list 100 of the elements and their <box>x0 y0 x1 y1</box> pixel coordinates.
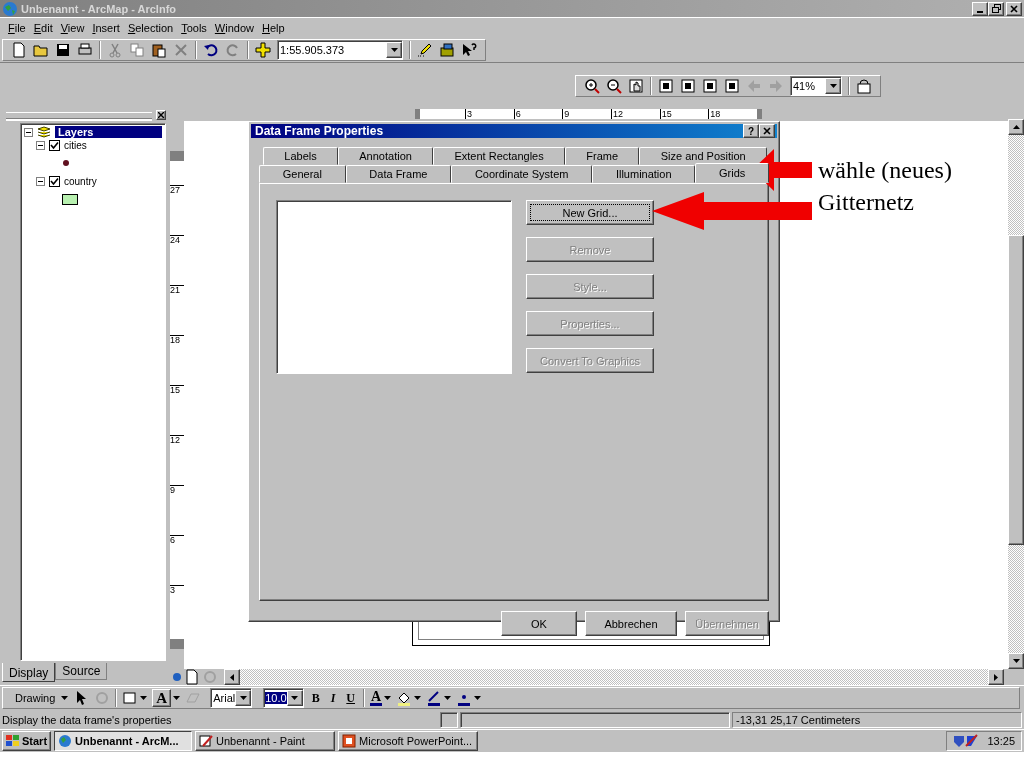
help-button[interactable]: ? <box>743 124 759 138</box>
rectangle-icon[interactable] <box>122 690 139 706</box>
caret-icon[interactable] <box>444 696 452 700</box>
caret-icon[interactable] <box>474 696 482 700</box>
horizontal-scrollbar[interactable] <box>224 669 1004 685</box>
save-icon[interactable] <box>55 42 71 58</box>
drawing-menu-button[interactable]: Drawing <box>11 692 60 704</box>
vertical-scrollbar[interactable] <box>1008 119 1024 669</box>
menu-item[interactable]: Edit <box>33 22 53 34</box>
push-button[interactable]: New Grid... <box>526 200 654 225</box>
caret-icon <box>291 696 299 700</box>
page-icon[interactable] <box>680 78 696 94</box>
collapse-icon[interactable] <box>36 176 45 186</box>
menu-item[interactable]: Tools <box>181 22 207 34</box>
format-button[interactable]: B <box>308 690 323 706</box>
font-size-field[interactable]: 10.0 <box>263 688 304 708</box>
scroll-right-button[interactable] <box>988 669 1004 685</box>
collapse-icon[interactable] <box>36 140 45 150</box>
zoom-in-icon[interactable] <box>584 78 600 94</box>
tray-icons[interactable] <box>953 734 980 748</box>
close-button[interactable] <box>1006 1 1022 16</box>
taskbar-button[interactable]: Unbenannt - ArcM... <box>54 731 193 751</box>
pencil-icon[interactable] <box>417 42 433 58</box>
toolbox-icon[interactable] <box>439 42 455 58</box>
tab[interactable]: Frame <box>565 147 640 165</box>
page-icon[interactable] <box>724 78 740 94</box>
scroll-up-button[interactable] <box>1008 119 1024 135</box>
menu-item[interactable]: Insert <box>92 22 120 34</box>
scroll-down-button[interactable] <box>1008 653 1024 669</box>
printer-icon[interactable] <box>77 42 93 58</box>
tree-item[interactable]: cities <box>64 139 87 151</box>
taskbar-button[interactable]: Microsoft PowerPoint... <box>338 731 479 751</box>
close-button[interactable] <box>759 124 775 138</box>
lock-page-icon[interactable] <box>856 78 872 94</box>
windows-logo-icon <box>6 735 20 747</box>
menu-item[interactable]: Window <box>214 22 254 34</box>
collapse-icon[interactable] <box>24 127 33 137</box>
copy-icon[interactable] <box>129 42 145 58</box>
tab[interactable]: Display <box>2 663 56 682</box>
tree-item[interactable]: Layers <box>55 126 162 138</box>
left-arrow-icon <box>230 673 234 681</box>
scale-field[interactable]: 1:55.905.373 <box>277 40 403 60</box>
fill-color-icon[interactable] <box>396 690 413 706</box>
dropdown-button[interactable] <box>286 690 303 706</box>
font-color-button[interactable]: A <box>370 690 383 706</box>
undo-icon[interactable] <box>203 42 219 58</box>
menu-item[interactable]: View <box>60 22 85 34</box>
dialog-title: Data Frame Properties <box>254 124 385 138</box>
menu-item[interactable]: Help <box>262 22 285 34</box>
zoom-field[interactable]: 41% <box>790 76 842 96</box>
zoom-out-icon[interactable] <box>606 78 622 94</box>
menu-item[interactable]: File <box>8 22 26 34</box>
caret-icon[interactable] <box>173 696 181 700</box>
dropdown-button[interactable] <box>386 42 402 58</box>
taskbar-button[interactable]: Unbenannt - Paint <box>195 731 336 751</box>
new-file-icon[interactable] <box>11 42 27 58</box>
window-title: Unbenannt - ArcMap - ArcInfo <box>21 2 177 15</box>
panel-grip[interactable] <box>6 111 152 119</box>
tab[interactable]: Grids <box>695 163 770 183</box>
push-button[interactable]: OK <box>501 611 577 636</box>
ruler-label: 15 <box>659 109 709 119</box>
caret-icon[interactable] <box>414 696 422 700</box>
format-button[interactable]: U <box>343 690 358 706</box>
caret-icon[interactable] <box>61 696 69 700</box>
scroll-thumb[interactable] <box>1008 235 1024 545</box>
font-field[interactable]: Arial <box>210 688 253 708</box>
tab[interactable]: General <box>259 165 346 183</box>
tab[interactable]: Labels <box>263 147 338 165</box>
annotation-text: Gitternetz <box>818 188 914 216</box>
dropdown-button[interactable] <box>825 78 841 94</box>
tab[interactable]: Source <box>55 663 108 680</box>
pan-icon[interactable] <box>628 78 644 94</box>
start-button[interactable]: Start <box>2 731 52 751</box>
scroll-left-button[interactable] <box>224 669 240 685</box>
add-data-icon[interactable] <box>255 42 271 58</box>
caret-icon[interactable] <box>140 696 148 700</box>
maximize-button[interactable] <box>988 1 1004 16</box>
text-tool-button[interactable]: A <box>152 689 172 707</box>
tab[interactable]: Coordinate System <box>451 165 593 183</box>
push-button[interactable]: Abbrechen <box>585 611 677 636</box>
paste-icon[interactable] <box>151 42 167 58</box>
format-button[interactable]: I <box>327 690 339 706</box>
globe-icon[interactable] <box>172 672 182 682</box>
folder-icon[interactable] <box>33 42 49 58</box>
page-icon[interactable] <box>658 78 674 94</box>
checkbox[interactable] <box>49 139 60 151</box>
close-button[interactable] <box>156 110 166 120</box>
tab[interactable]: Data Frame <box>345 165 452 183</box>
minimize-button[interactable] <box>972 1 988 16</box>
page-icon[interactable] <box>702 78 718 94</box>
caret-icon[interactable] <box>384 696 392 700</box>
menu-item[interactable]: Selection <box>127 22 174 34</box>
presentation-icon <box>342 734 357 748</box>
tab[interactable]: Annotation <box>338 147 434 165</box>
help-pointer-icon[interactable] <box>461 42 477 58</box>
dropdown-button[interactable] <box>235 690 252 706</box>
tree-item[interactable]: country <box>64 175 97 187</box>
line-color-icon[interactable] <box>426 690 443 706</box>
checkbox[interactable] <box>49 175 60 187</box>
tab[interactable]: Extent Rectangles <box>433 147 566 165</box>
